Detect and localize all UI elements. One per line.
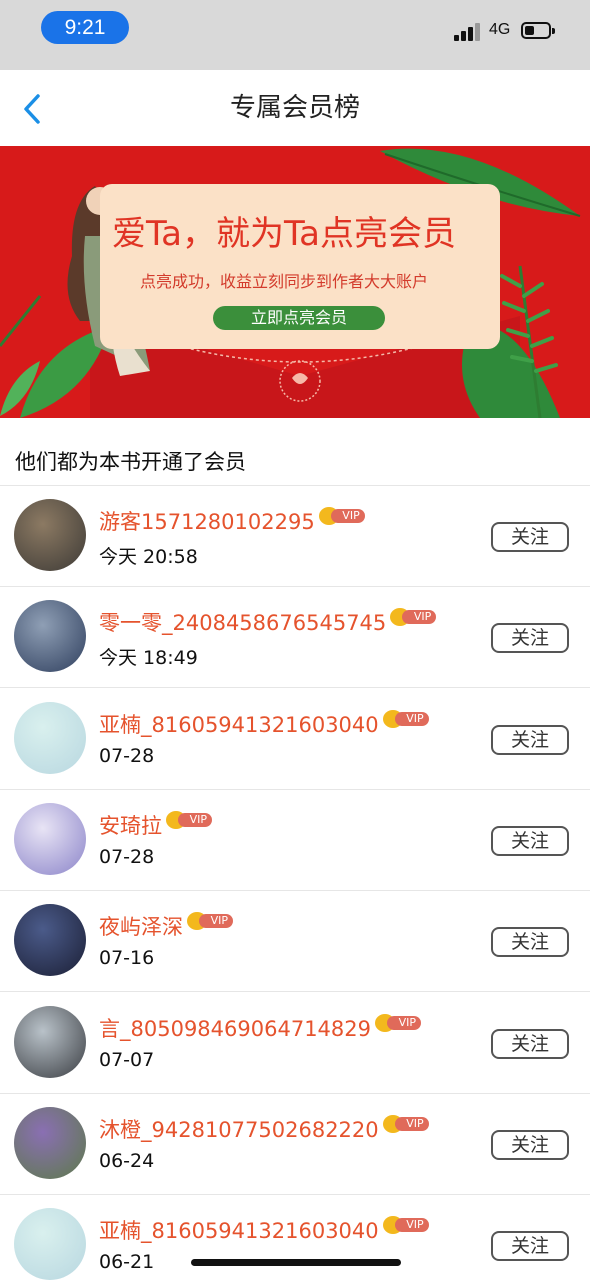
member-name-text: 游客1571280102295 <box>99 510 315 534</box>
list-item[interactable]: 沐橙_94281077502682220 VIP 06-24 关注 <box>0 1094 590 1195</box>
member-name-text: 夜屿泽深 <box>99 915 183 939</box>
member-time: 今天 18:49 <box>99 647 198 669</box>
page-title: 专属会员榜 <box>229 93 360 123</box>
back-button[interactable] <box>18 92 48 126</box>
battery-icon <box>521 22 555 39</box>
list-item[interactable]: 游客1571280102295 VIP 今天 20:58 关注 <box>0 486 590 587</box>
member-time: 07-07 <box>99 1049 155 1071</box>
member-name[interactable]: 游客1571280102295 VIP <box>99 506 365 536</box>
follow-button[interactable]: 关注 <box>491 623 569 653</box>
vip-badge-icon: VIP <box>166 811 212 829</box>
light-up-membership-button[interactable]: 立即点亮会员 <box>213 306 385 330</box>
member-name-text: 安琦拉 <box>99 814 162 838</box>
section-heading: 他们都为本书开通了会员 <box>15 450 246 474</box>
avatar-cat[interactable] <box>14 600 86 672</box>
follow-button[interactable]: 关注 <box>491 1231 569 1261</box>
vip-label: VIP <box>394 1117 429 1131</box>
member-name[interactable]: 沐橙_94281077502682220 VIP <box>99 1114 429 1144</box>
vip-badge-icon: VIP <box>390 608 437 626</box>
avatar-anime-boy[interactable] <box>14 904 86 976</box>
member-name[interactable]: 亚楠_81605941321603040 VIP <box>99 1215 429 1245</box>
member-time: 07-28 <box>99 846 155 868</box>
member-time: 06-21 <box>99 1251 155 1273</box>
follow-button[interactable]: 关注 <box>491 1029 569 1059</box>
vip-label: VIP <box>178 813 212 827</box>
member-name-text: 沐橙_94281077502682220 <box>99 1118 379 1142</box>
member-time: 07-16 <box>99 947 155 969</box>
avatar-person-photo[interactable] <box>14 1006 86 1078</box>
avatar-illustration[interactable] <box>14 1208 86 1280</box>
member-name[interactable]: 安琦拉 VIP <box>99 810 212 840</box>
member-name[interactable]: 夜屿泽深 VIP <box>99 911 233 941</box>
member-name[interactable]: 亚楠_81605941321603040 VIP <box>99 709 429 739</box>
follow-button[interactable]: 关注 <box>491 522 569 552</box>
list-item[interactable]: 安琦拉 VIP 07-28 关注 <box>0 790 590 891</box>
vip-label: VIP <box>199 914 233 928</box>
vip-badge-icon: VIP <box>382 710 429 728</box>
vip-label: VIP <box>387 1016 421 1030</box>
avatar-child[interactable] <box>14 499 86 571</box>
follow-button[interactable]: 关注 <box>491 826 569 856</box>
follow-button[interactable]: 关注 <box>491 1130 569 1160</box>
status-bar: 9:21 4G <box>0 0 590 70</box>
member-time: 今天 20:58 <box>99 546 198 568</box>
divider <box>0 991 590 992</box>
chevron-left-icon <box>24 94 40 124</box>
follow-button[interactable]: 关注 <box>491 927 569 957</box>
home-indicator <box>191 1259 401 1266</box>
vip-badge-icon: VIP <box>382 1115 429 1133</box>
vip-badge-icon: VIP <box>318 507 365 525</box>
member-time: 06-24 <box>99 1150 155 1172</box>
network-type: 4G <box>489 21 511 38</box>
list-item[interactable]: 亚楠_81605941321603040 VIP 06-21 关注 <box>0 1195 590 1280</box>
member-name-text: 言_805098469064714829 <box>99 1017 371 1041</box>
avatar-anime-girl[interactable] <box>14 803 86 875</box>
list-item[interactable]: 夜屿泽深 VIP 07-16 关注 <box>0 891 590 992</box>
vip-label: VIP <box>330 509 365 523</box>
banner-subtitle: 点亮成功，收益立刻同步到作者大大账户 <box>140 272 429 291</box>
vip-badge-icon: VIP <box>375 1014 421 1032</box>
member-name-text: 亚楠_81605941321603040 <box>99 713 379 737</box>
vip-badge-icon: VIP <box>187 912 233 930</box>
vip-label: VIP <box>402 610 437 624</box>
status-time: 9:21 <box>41 11 129 44</box>
divider <box>0 687 590 688</box>
signal-icon <box>454 23 482 41</box>
list-item[interactable]: 亚楠_81605941321603040 VIP 07-28 关注 <box>0 689 590 790</box>
member-time: 07-28 <box>99 745 155 767</box>
nav-header: 专属会员榜 <box>0 70 590 146</box>
list-item[interactable]: 零一零_2408458676545745 VIP 今天 18:49 关注 <box>0 587 590 688</box>
member-name-text: 零一零_2408458676545745 <box>99 611 387 635</box>
vip-label: VIP <box>394 712 429 726</box>
avatar-illustration[interactable] <box>14 702 86 774</box>
vip-label: VIP <box>394 1218 429 1232</box>
member-name-text: 亚楠_81605941321603040 <box>99 1219 379 1243</box>
member-name[interactable]: 言_805098469064714829 VIP <box>99 1013 421 1043</box>
member-name[interactable]: 零一零_2408458676545745 VIP <box>99 607 437 637</box>
promo-banner[interactable]: 爱Ta，就为Ta点亮会员 点亮成功，收益立刻同步到作者大大账户 立即点亮会员 <box>0 146 590 418</box>
vip-badge-icon: VIP <box>382 1216 429 1234</box>
banner-headline: 爱Ta，就为Ta点亮会员 <box>112 214 456 254</box>
follow-button[interactable]: 关注 <box>491 725 569 755</box>
list-item[interactable]: 言_805098469064714829 VIP 07-07 关注 <box>0 993 590 1094</box>
avatar-lavender-field[interactable] <box>14 1107 86 1179</box>
